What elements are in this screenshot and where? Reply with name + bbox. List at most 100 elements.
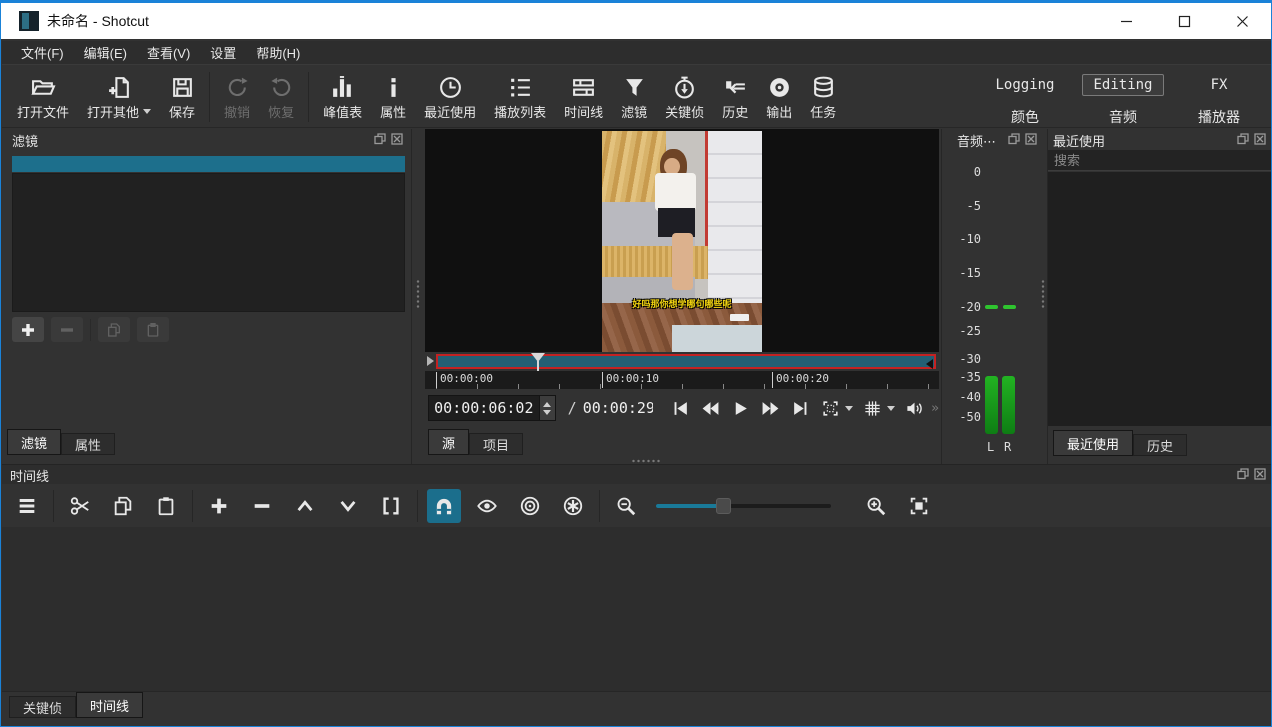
- menu-item-2[interactable]: 查看(V): [138, 40, 199, 65]
- toolbar-export-button[interactable]: 输出: [757, 69, 801, 124]
- timeline-paste-button[interactable]: [149, 489, 183, 523]
- float-panel-button[interactable]: [1237, 467, 1249, 485]
- timeline-zoom-out-button[interactable]: [609, 489, 643, 523]
- timeline-ripple-delete-button[interactable]: [245, 489, 279, 523]
- layout-player-button[interactable]: 播放器: [1188, 105, 1250, 129]
- timeline-ripple-all-tracks-button[interactable]: [556, 489, 590, 523]
- toolbar-save-button[interactable]: 保存: [160, 69, 204, 124]
- in-point-marker[interactable]: [427, 356, 434, 366]
- playhead-marker[interactable]: [531, 353, 545, 362]
- recent-tab-1[interactable]: 历史: [1133, 434, 1187, 456]
- toolbar-open-other-button[interactable]: 打开其他: [78, 69, 160, 124]
- timeline-split-button[interactable]: [374, 489, 408, 523]
- close-panel-button[interactable]: [1254, 132, 1266, 150]
- panel-splitter[interactable]: [416, 279, 420, 309]
- toolbar-playlist-button[interactable]: 播放列表: [485, 69, 555, 124]
- spin-down-icon[interactable]: [543, 410, 551, 415]
- overflow-ellipsis-icon[interactable]: ⋯: [983, 134, 996, 149]
- recent-list[interactable]: [1048, 172, 1272, 426]
- dropdown-caret-icon[interactable]: [845, 406, 853, 411]
- timeline-copy-button[interactable]: [106, 489, 140, 523]
- timeline-zoom-fit-button[interactable]: [902, 489, 936, 523]
- menu-item-3[interactable]: 设置: [201, 40, 245, 65]
- timeline-zoom-in-button[interactable]: [859, 489, 893, 523]
- grid-button[interactable]: [860, 396, 884, 420]
- timeline-scrub-while-dragging-button[interactable]: [470, 489, 504, 523]
- close-panel-button[interactable]: [1254, 467, 1266, 485]
- toolbar-jobs-button[interactable]: 任务: [801, 69, 845, 124]
- horizontal-splitter[interactable]: [631, 459, 661, 463]
- maximize-button[interactable]: [1155, 3, 1213, 39]
- selected-range-bar[interactable]: [436, 354, 936, 369]
- out-point-marker[interactable]: [926, 359, 933, 369]
- toolbar-redo-button[interactable]: 恢复: [259, 69, 303, 124]
- timeline-menu-button[interactable]: [10, 489, 44, 523]
- play-button[interactable]: [728, 396, 752, 420]
- minimize-button[interactable]: [1097, 3, 1155, 39]
- panel-splitter[interactable]: [1041, 279, 1045, 309]
- position-spin-buttons[interactable]: [539, 396, 555, 420]
- float-panel-button[interactable]: [1237, 132, 1249, 150]
- timeline-cut-button[interactable]: [63, 489, 97, 523]
- paste-filters-button[interactable]: [137, 317, 169, 342]
- player-tab-0[interactable]: 源: [428, 429, 469, 455]
- volume-button[interactable]: [902, 396, 926, 420]
- close-button[interactable]: [1213, 3, 1271, 39]
- layout-fx-button[interactable]: FX: [1201, 75, 1238, 95]
- timeline-snap-button[interactable]: [427, 489, 461, 523]
- remove-filter-button[interactable]: [51, 317, 83, 342]
- layout-color-button[interactable]: 颜色: [1001, 105, 1049, 129]
- dropdown-caret-icon[interactable]: [887, 406, 895, 411]
- filter-list[interactable]: [12, 173, 405, 312]
- trim-bar[interactable]: [425, 353, 939, 371]
- close-panel-button[interactable]: [1025, 132, 1037, 150]
- timeline-append-button[interactable]: [202, 489, 236, 523]
- dock-tab-0[interactable]: 关键侦: [9, 696, 76, 718]
- title-bar[interactable]: 未命名 - Shotcut: [1, 1, 1271, 39]
- timeline-zoom-slider[interactable]: [656, 498, 831, 514]
- fast-forward-button[interactable]: [758, 396, 782, 420]
- close-panel-button[interactable]: [391, 132, 403, 150]
- menu-item-0[interactable]: 文件(F): [12, 40, 73, 65]
- toolbar-properties-button[interactable]: 属性: [371, 69, 415, 124]
- slider-handle[interactable]: [716, 498, 731, 514]
- search-input[interactable]: [1048, 150, 1272, 171]
- toolbar-timeline-button[interactable]: 时间线: [555, 69, 612, 124]
- timeline-ripple-button[interactable]: [513, 489, 547, 523]
- layout-audio-button[interactable]: 音频: [1099, 105, 1147, 129]
- timeline-overwrite-button[interactable]: [331, 489, 365, 523]
- layout-logging-button[interactable]: Logging: [985, 75, 1064, 95]
- skip-previous-button[interactable]: [668, 396, 692, 420]
- position-spinbox[interactable]: 00:00:06:02: [428, 395, 556, 421]
- recent-tab-0[interactable]: 最近使用: [1053, 430, 1133, 456]
- timeline-lift-button[interactable]: [288, 489, 322, 523]
- toolbar-undo-button[interactable]: 撤销: [215, 69, 259, 124]
- toolbar-history-button[interactable]: 历史: [713, 69, 757, 124]
- timeline-tracks-area[interactable]: [2, 527, 1272, 692]
- skip-next-button[interactable]: [788, 396, 812, 420]
- layout-editing-button[interactable]: Editing: [1082, 74, 1163, 96]
- toolbar-separator: [192, 490, 193, 522]
- menu-item-1[interactable]: 编辑(E): [75, 40, 136, 65]
- filters-tab-0[interactable]: 滤镜: [7, 429, 61, 455]
- filters-tab-1[interactable]: 属性: [61, 433, 115, 455]
- toolbar-open-file-button[interactable]: 打开文件: [8, 69, 78, 124]
- copy-filters-button[interactable]: [98, 317, 130, 342]
- dock-tab-1[interactable]: 时间线: [76, 692, 143, 718]
- menu-item-4[interactable]: 帮助(H): [247, 40, 309, 65]
- float-panel-button[interactable]: [1008, 132, 1020, 150]
- float-panel-button[interactable]: [374, 132, 386, 150]
- rewind-button[interactable]: [698, 396, 722, 420]
- time-ruler[interactable]: 00:00:0000:00:1000:00:20: [425, 371, 939, 389]
- toolbar-peak-meter-button[interactable]: 峰值表: [314, 69, 371, 124]
- selected-filter-row[interactable]: [12, 156, 405, 172]
- zoom-toggle-button[interactable]: [818, 396, 842, 420]
- player-tab-1[interactable]: 项目: [469, 433, 523, 455]
- toolbar-overflow-icon[interactable]: »: [931, 401, 939, 416]
- add-filter-button[interactable]: [12, 317, 44, 342]
- video-viewport[interactable]: 好吗那你想学哪句哪些呢: [425, 129, 939, 352]
- toolbar-keyframes-button[interactable]: 关键侦: [656, 69, 713, 124]
- toolbar-recent-button[interactable]: 最近使用: [415, 69, 485, 124]
- toolbar-filters-button[interactable]: 滤镜: [612, 69, 656, 124]
- spin-up-icon[interactable]: [543, 402, 551, 407]
